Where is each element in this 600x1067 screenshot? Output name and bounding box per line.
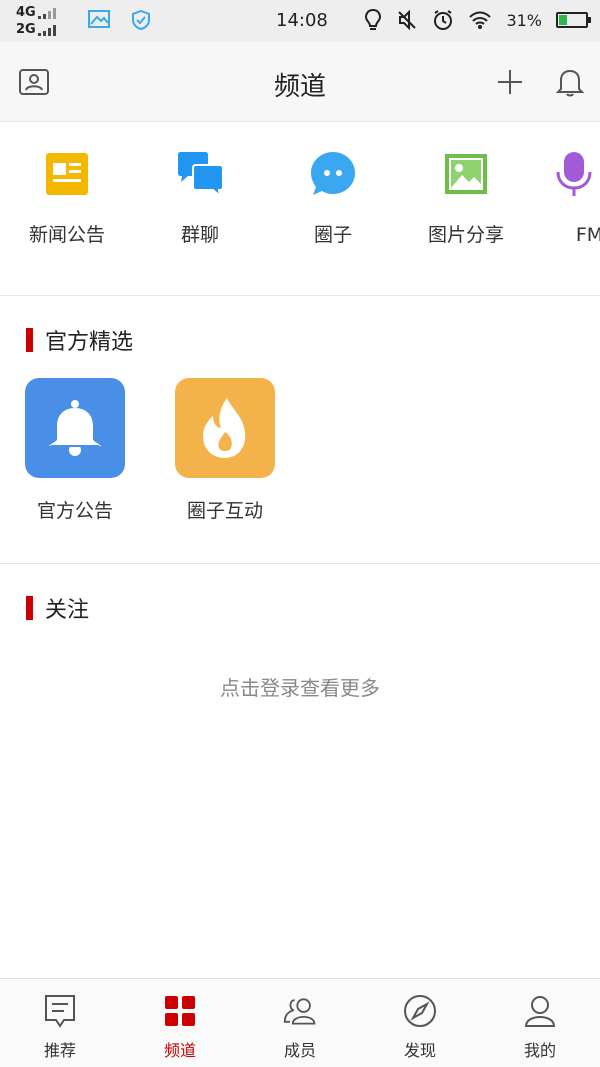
recommend-icon (45, 995, 75, 1028)
channels-grid-icon (165, 996, 195, 1026)
section-marker (26, 328, 33, 352)
network-type-top: 4G (16, 5, 36, 20)
image-icon (445, 154, 487, 194)
flame-icon (203, 398, 246, 458)
microphone-icon (556, 152, 592, 196)
members-icon (283, 998, 316, 1025)
login-prompt-link[interactable]: 点击登录查看更多 (0, 672, 600, 701)
circle-chat-icon (311, 152, 355, 195)
nav-profile[interactable]: 我的 (480, 993, 600, 1061)
network-type-bottom: 2G (16, 22, 36, 37)
nav-label: 发现 (403, 1041, 436, 1060)
channel-label: 新闻公告 (28, 224, 105, 246)
nav-label: 我的 (523, 1041, 556, 1060)
nav-label: 频道 (163, 1041, 196, 1060)
plus-icon (498, 70, 522, 94)
official-section: 官方精选 官方公告 圈子互动 (0, 296, 600, 564)
bottom-navigation: 推荐 频道 成员 发现 我的 (0, 978, 600, 1067)
signal-icon (38, 7, 60, 19)
channel-label: 圈子 (313, 224, 352, 246)
channel-label: 图片分享 (427, 224, 504, 246)
channel-shortcuts: 新闻公告 群聊 圈子 图片分享 FM频 (0, 122, 600, 296)
channel-label: FM频 (575, 224, 600, 246)
app-header: 频道 (0, 42, 600, 122)
channel-circle[interactable]: 圈子 (266, 150, 400, 247)
network-indicators: 4G 2G (16, 4, 60, 38)
wifi-icon (469, 11, 492, 29)
notifications-button[interactable] (552, 64, 588, 100)
nav-label: 推荐 (43, 1041, 76, 1060)
channel-photo-share[interactable]: 图片分享 (399, 150, 533, 247)
section-heading: 关注 (26, 592, 89, 624)
tile-bg (25, 378, 125, 478)
add-button[interactable] (492, 64, 528, 100)
nav-channels[interactable]: 频道 (120, 993, 240, 1061)
chat-bubbles-icon (178, 152, 224, 197)
battery-percent: 31% (506, 10, 542, 30)
bell-outline-icon (556, 69, 584, 97)
official-announcement-tile[interactable]: 官方公告 (25, 378, 125, 523)
channel-group-chat[interactable]: 群聊 (133, 150, 267, 247)
signal-icon (38, 24, 60, 36)
screen: 4G 2G 14:08 31% 频道 新闻公告 群聊 圈子 图片分享 F 官方精… (0, 0, 600, 1067)
section-title: 关注 (45, 598, 90, 623)
status-time: 14:08 (276, 10, 328, 31)
nav-label: 成员 (283, 1041, 316, 1060)
channel-news[interactable]: 新闻公告 (0, 150, 134, 247)
section-title: 官方精选 (45, 330, 134, 355)
follow-section: 关注 点击登录查看更多 (0, 564, 600, 978)
tile-bg (175, 378, 275, 478)
mute-icon (398, 9, 417, 31)
nav-members[interactable]: 成员 (240, 993, 360, 1061)
section-marker (26, 596, 33, 620)
channel-label: 群聊 (180, 224, 219, 246)
nav-discover[interactable]: 发现 (360, 993, 480, 1061)
security-shield-icon (132, 9, 150, 31)
compass-icon (404, 995, 436, 1027)
bell-icon (49, 400, 101, 456)
status-bar: 4G 2G 14:08 31% (0, 0, 600, 42)
channel-fm[interactable]: FM频 (532, 150, 600, 247)
gallery-notification-icon (88, 10, 110, 28)
section-heading: 官方精选 (26, 324, 133, 356)
alarm-icon (434, 10, 453, 30)
circle-interaction-tile[interactable]: 圈子互动 (175, 378, 275, 523)
nav-recommend[interactable]: 推荐 (0, 993, 120, 1061)
tile-label: 官方公告 (36, 500, 113, 522)
tile-label: 圈子互动 (186, 500, 263, 522)
battery-fill (559, 15, 568, 25)
battery-icon (556, 12, 591, 28)
news-icon (46, 153, 88, 195)
lightbulb-icon (365, 8, 382, 30)
profile-icon (524, 996, 556, 1027)
